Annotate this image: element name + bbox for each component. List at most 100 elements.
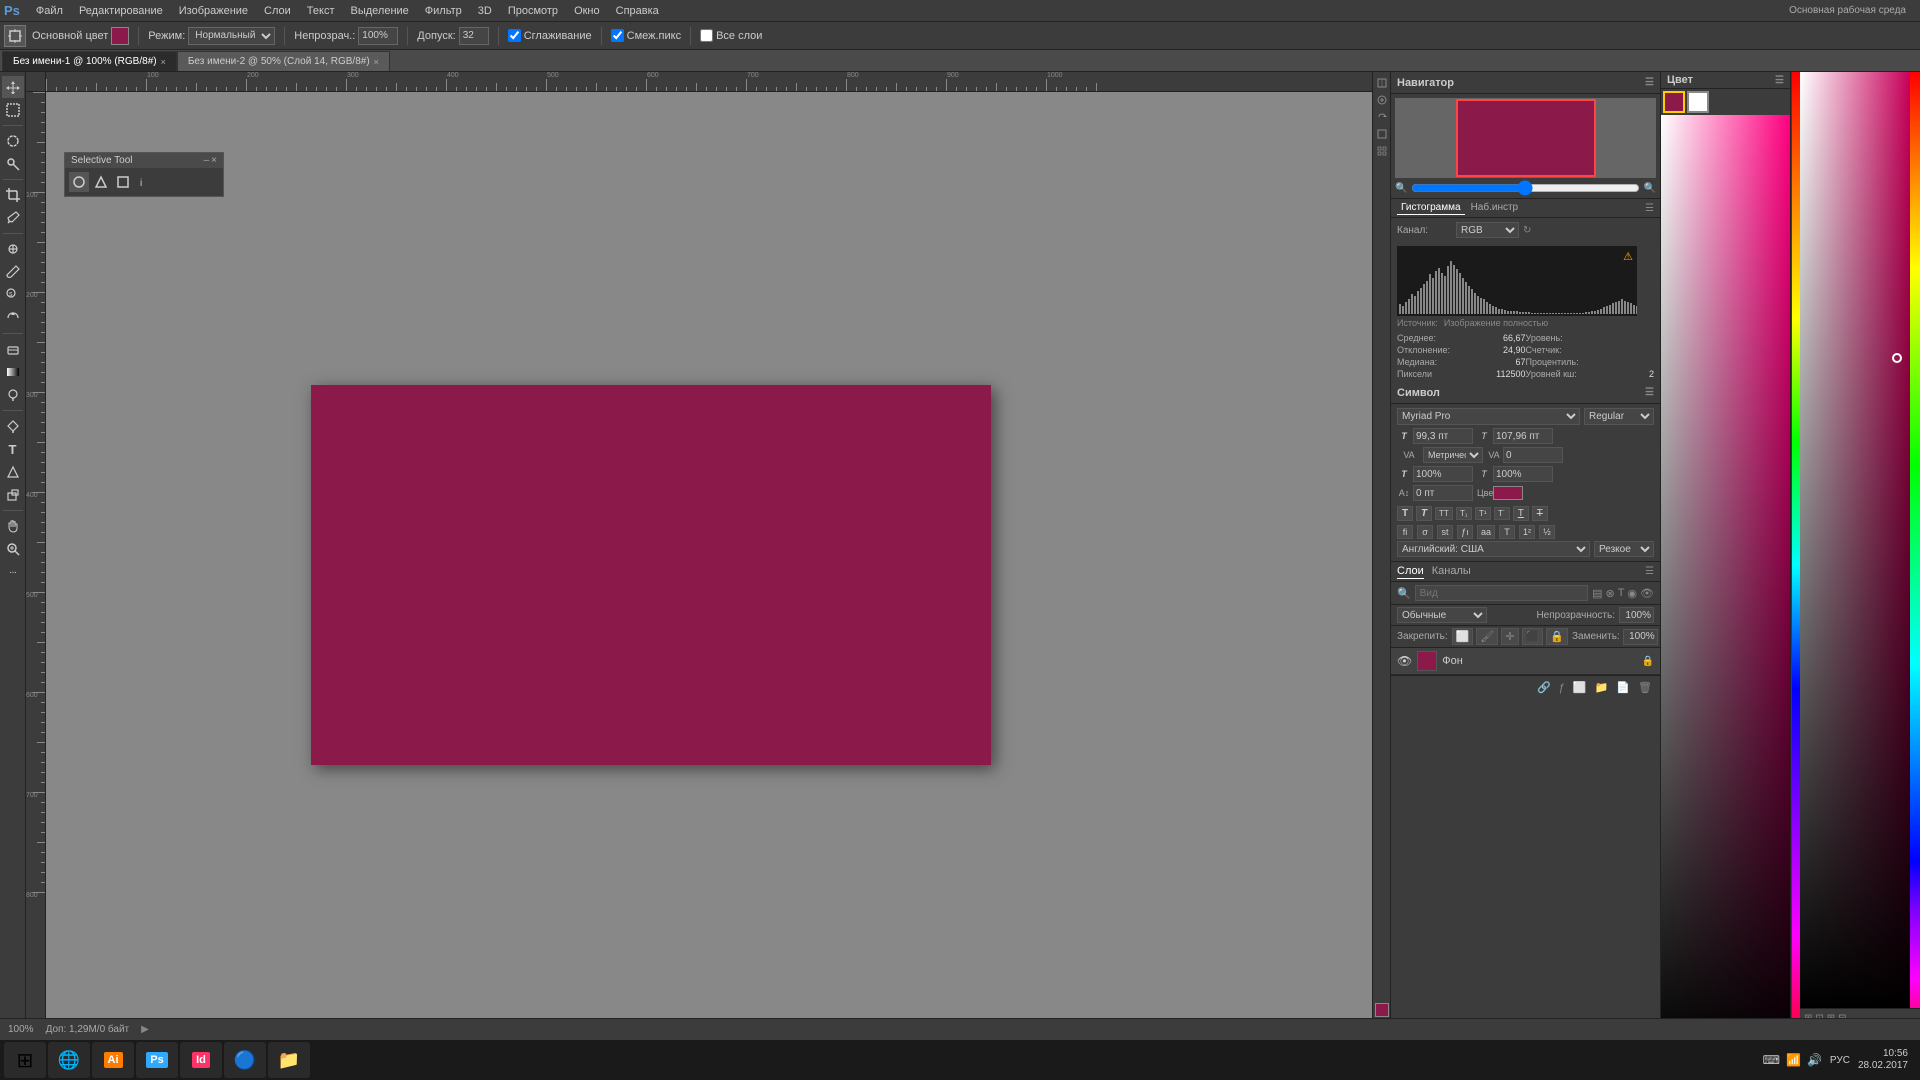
- canvas-background[interactable]: [46, 92, 1390, 1058]
- zoom-tool[interactable]: [2, 538, 24, 560]
- menu-help[interactable]: Справка: [608, 3, 667, 19]
- photoshop-button[interactable]: Ps: [136, 1042, 178, 1078]
- lock-artboard-btn[interactable]: ⬛: [1522, 628, 1544, 645]
- layers-opacity-input[interactable]: [1619, 607, 1654, 623]
- tab-doc1[interactable]: Без имени-1 @ 100% (RGB/8#) ×: [2, 51, 177, 71]
- histogram-menu-icon[interactable]: ☰: [1645, 203, 1654, 214]
- symbol-menu-icon[interactable]: ☰: [1645, 387, 1654, 398]
- ot-super2[interactable]: 1²: [1519, 525, 1535, 539]
- gradient-tool[interactable]: [2, 361, 24, 383]
- navigator-header[interactable]: Навигатор ☰: [1391, 72, 1660, 94]
- font-style-select[interactable]: Regular: [1584, 408, 1654, 425]
- indesign-button[interactable]: Id: [180, 1042, 222, 1078]
- selective-btn2[interactable]: [91, 172, 111, 192]
- layers-link-btn[interactable]: 🔗: [1535, 679, 1553, 696]
- tracking-input[interactable]: [1503, 447, 1563, 463]
- hand-tool[interactable]: [2, 515, 24, 537]
- layers-new-btn[interactable]: 📄: [1614, 679, 1632, 696]
- shape-tool[interactable]: [2, 484, 24, 506]
- style-allcaps[interactable]: TT: [1435, 507, 1453, 520]
- lock-transparent-btn[interactable]: ⬜: [1452, 628, 1474, 645]
- ot-ordinal[interactable]: T: [1499, 525, 1515, 539]
- selective-btn4[interactable]: i: [135, 172, 155, 192]
- start-button[interactable]: ⊞: [4, 1042, 46, 1078]
- menu-text[interactable]: Текст: [299, 3, 343, 19]
- quick-select-tool[interactable]: [2, 153, 24, 175]
- lock-image-btn[interactable]: 🖌: [1476, 628, 1498, 645]
- color-picker-gradient[interactable]: [1661, 115, 1790, 1058]
- filter-adjust-icon[interactable]: ⊗: [1605, 587, 1614, 600]
- menu-select[interactable]: Выделение: [343, 3, 417, 19]
- selective-btn3[interactable]: [113, 172, 133, 192]
- menu-layers[interactable]: Слои: [256, 3, 299, 19]
- canvas-fullscreen[interactable]: [1375, 127, 1389, 141]
- style-underline[interactable]: T: [1513, 506, 1529, 521]
- layer-item-bg[interactable]: 👁 Фон 🔒: [1391, 648, 1660, 675]
- text-color-swatch[interactable]: [1493, 486, 1523, 500]
- tab-doc2[interactable]: Без имени-2 @ 50% (Слой 14, RGB/8#) ×: [177, 51, 390, 71]
- chrome-button[interactable]: 🌐: [48, 1042, 90, 1078]
- color-bg-swatch[interactable]: [1687, 91, 1709, 113]
- layers-tab-channels[interactable]: Каналы: [1432, 564, 1471, 579]
- saturation-brightness-area[interactable]: [1800, 72, 1910, 1008]
- pen-tool[interactable]: [2, 415, 24, 437]
- canvas-document[interactable]: [311, 385, 991, 765]
- crop-tool[interactable]: [2, 184, 24, 206]
- layers-group-btn[interactable]: 📁: [1593, 679, 1611, 696]
- fill-input[interactable]: [1623, 629, 1658, 645]
- font-size-input[interactable]: [1413, 428, 1473, 444]
- color-picker-inner[interactable]: [1661, 115, 1790, 1058]
- layers-delete-btn[interactable]: 🗑: [1636, 679, 1654, 696]
- style-bold[interactable]: T: [1397, 506, 1413, 521]
- color-hue-slider[interactable]: [1792, 72, 1800, 1058]
- move-tool[interactable]: [2, 76, 24, 98]
- ot-ffi[interactable]: ƒı: [1457, 525, 1473, 539]
- ot-ligatures[interactable]: fi: [1397, 525, 1413, 539]
- canvas-grid[interactable]: [1375, 144, 1389, 158]
- eraser-tool[interactable]: [2, 338, 24, 360]
- filter-pixel-icon[interactable]: ▤: [1592, 587, 1602, 600]
- lock-all-btn[interactable]: 🔒: [1546, 628, 1568, 645]
- canvas-zoom-fit[interactable]: [1375, 76, 1389, 90]
- selective-color-header[interactable]: Selective Tool – ×: [65, 153, 223, 168]
- mode-select[interactable]: Нормальный: [188, 27, 275, 45]
- history-brush-tool[interactable]: [2, 307, 24, 329]
- kerning-select[interactable]: Метрическ: [1423, 447, 1483, 463]
- hue-strip-right[interactable]: [1910, 72, 1920, 1058]
- menu-image[interactable]: Изображение: [171, 3, 256, 19]
- symbol-header[interactable]: Символ ☰: [1391, 382, 1660, 404]
- menu-window[interactable]: Окно: [566, 3, 608, 19]
- leading-input[interactable]: [1493, 428, 1553, 444]
- menu-3d[interactable]: 3D: [470, 3, 500, 19]
- filter-type-icon[interactable]: T: [1618, 587, 1625, 600]
- style-italic[interactable]: T: [1416, 506, 1432, 521]
- layers-style-btn[interactable]: ƒ: [1557, 680, 1567, 696]
- scale-h-input[interactable]: [1493, 466, 1553, 482]
- clone-tool[interactable]: s: [2, 284, 24, 306]
- explorer-button[interactable]: 📁: [268, 1042, 310, 1078]
- style-strike[interactable]: T: [1532, 506, 1548, 521]
- menu-edit[interactable]: Редактирование: [71, 3, 171, 19]
- selective-btn1[interactable]: [69, 172, 89, 192]
- float-minimize[interactable]: –: [204, 155, 210, 166]
- style-super[interactable]: T¹: [1475, 507, 1491, 520]
- layers-mode-select[interactable]: Обычные: [1397, 607, 1487, 623]
- navigator-zoom-slider[interactable]: [1411, 182, 1639, 194]
- select-rect-tool[interactable]: [2, 99, 24, 121]
- ot-aa[interactable]: aa: [1477, 525, 1495, 539]
- ot-frac[interactable]: ½: [1539, 525, 1555, 539]
- heal-tool[interactable]: [2, 238, 24, 260]
- filter-on-icon[interactable]: 👁: [1640, 587, 1654, 600]
- illustrator-button[interactable]: Ai: [92, 1042, 134, 1078]
- lasso-tool[interactable]: [2, 130, 24, 152]
- canvas-zoom-in[interactable]: [1375, 93, 1389, 107]
- nav-zoom-in-icon[interactable]: 🔍: [1644, 183, 1656, 194]
- all-layers-checkbox[interactable]: [700, 29, 713, 42]
- color-menu-icon[interactable]: ☰: [1775, 75, 1784, 86]
- navigator-menu-icon[interactable]: ☰: [1645, 77, 1654, 88]
- menu-view[interactable]: Просмотр: [500, 3, 566, 19]
- channel-select[interactable]: RGB Красный Зелёный Синий: [1456, 222, 1519, 238]
- more-tools[interactable]: ···: [2, 561, 24, 583]
- style-sub[interactable]: T˙: [1494, 507, 1510, 520]
- menu-filter[interactable]: Фильтр: [417, 3, 470, 19]
